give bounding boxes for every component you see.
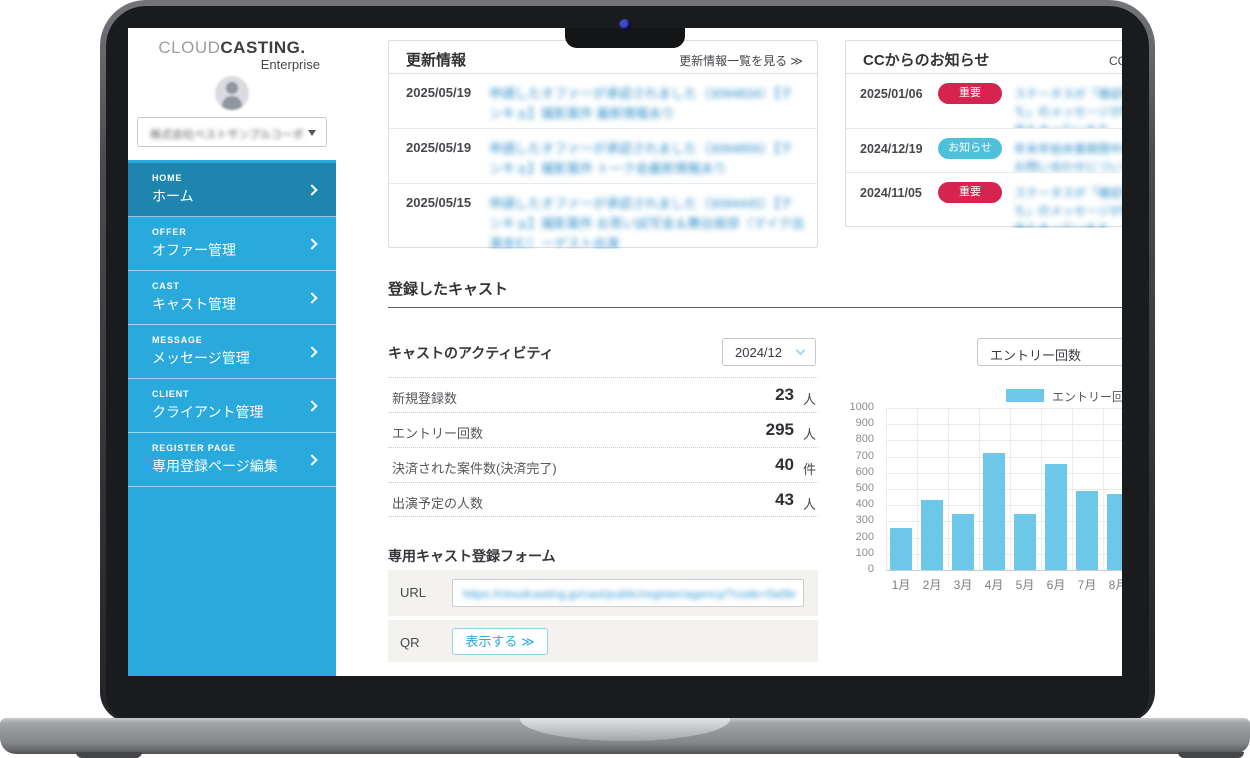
url-row: URL https://cloudcasting.jp/cast/public/… (388, 570, 818, 616)
sidebar-header: CLOUDCASTING. Enterprise 株式会社ベストサンプルコーポレ… (128, 28, 336, 160)
bar-chart-plot (886, 408, 1122, 570)
webcam-icon (619, 19, 631, 31)
registered-cast-title: 登録したキャスト (388, 278, 508, 299)
notice-row[interactable]: 2024/12/19 お知らせ 年末年始休業期間中のお問い合わせについて (846, 129, 1122, 173)
cast-activity-title: キャストのアクティビティ (388, 343, 554, 363)
qr-row: QR 表示する ≫ (388, 620, 818, 662)
redacted-url-text: https://cloudcasting.jp/cast/public/regi… (463, 587, 795, 601)
notice-row[interactable]: 2025/01/06 重要 ステータスが「確認待ち」のメッセージが数件たまってい… (846, 74, 1122, 129)
notices-panel: CCからのお知らせ CCからのお知らせ一覧を見る ≫ 2025/01/06 重要… (845, 40, 1122, 227)
laptop-foot (76, 752, 142, 758)
sidebar: CLOUDCASTING. Enterprise 株式会社ベストサンプルコーポレ… (128, 28, 336, 676)
updates-panel: 更新情報 更新情報一覧を見る ≫ 2025/05/19 申請したオファーが承認さ… (388, 40, 818, 248)
important-badge: 重要 (938, 182, 1002, 203)
edition-label: Enterprise (261, 57, 320, 72)
show-qr-button[interactable]: 表示する ≫ (452, 628, 548, 655)
updates-panel-title: 更新情報 (406, 49, 466, 70)
x-axis-tick: 6月 (1041, 576, 1071, 593)
x-axis-tick: 1月 (886, 576, 916, 593)
y-axis-tick: 400 (856, 498, 874, 510)
sidebar-item-register-page[interactable]: REGISTER PAGE 専用登録ページ編集 (128, 433, 336, 487)
company-select-value: 株式会社ベストサンプルコーポレーション (150, 126, 305, 142)
chart-metric-select-value: エントリー回数 (990, 345, 1081, 364)
url-label: URL (400, 585, 426, 600)
redacted-link-text: 申請したオファーが承認されました（3094834）【テンキョ】撮影案件 最新情報… (489, 84, 805, 124)
bar-8月 (1107, 494, 1122, 570)
caret-down-icon (308, 130, 316, 136)
x-axis-tick: 7月 (1072, 576, 1102, 593)
bar-chart-xaxis: 1月2月3月4月5月6月7月8月 (886, 576, 1122, 592)
stat-row-entry-count: エントリー回数 295 人 (388, 412, 818, 447)
update-row[interactable]: 2025/05/19 申請したオファーが承認されました（3094834）【テンキ… (389, 74, 817, 129)
x-axis-tick: 4月 (979, 576, 1009, 593)
sidebar-item-cast[interactable]: CAST キャスト管理 (128, 271, 336, 325)
update-row[interactable]: 2025/05/15 申請したオファーが承認されました（3094445）【テンキ… (389, 184, 817, 249)
y-axis-tick: 800 (856, 433, 874, 445)
sidebar-menu: HOME ホーム OFFER オファー管理 CAST キャスト管理 MESSAG… (128, 163, 336, 487)
cloudcasting-logo: CLOUDCASTING. (128, 38, 336, 58)
bar-3月 (952, 514, 974, 570)
stat-row-settled-projects: 決済された案件数(決済完了) 40 件 (388, 447, 818, 482)
bar-7月 (1076, 491, 1098, 570)
important-badge: 重要 (938, 83, 1002, 104)
y-axis-tick: 500 (856, 482, 874, 494)
bar-chart-yaxis: 01002003004005006007008009001000 (828, 408, 880, 578)
person-icon (226, 82, 238, 94)
register-url-input[interactable]: https://cloudcasting.jp/cast/public/regi… (452, 579, 804, 607)
app-screen: CLOUDCASTING. Enterprise 株式会社ベストサンプルコーポレ… (128, 28, 1122, 676)
y-axis-tick: 0 (868, 563, 874, 575)
y-axis-tick: 900 (856, 417, 874, 429)
bar-5月 (1014, 514, 1036, 570)
avatar (215, 76, 249, 110)
sidebar-item-client[interactable]: CLIENT クライアント管理 (128, 379, 336, 433)
sidebar-item-message[interactable]: MESSAGE メッセージ管理 (128, 325, 336, 379)
sidebar-item-offer[interactable]: OFFER オファー管理 (128, 217, 336, 271)
laptop-notch (565, 28, 685, 48)
redacted-link-text: ステータスが「確認待ち」のメッセージが数件たまっています (1014, 85, 1122, 129)
month-select-value: 2024/12 (735, 345, 782, 360)
logo-light-part: CLOUD (158, 38, 220, 57)
sidebar-item-home[interactable]: HOME ホーム (128, 163, 336, 217)
bar-2月 (921, 500, 943, 570)
cast-register-form-title: 専用キャスト登録フォーム (388, 546, 556, 566)
notices-panel-header: CCからのお知らせ CCからのお知らせ一覧を見る ≫ (846, 41, 1122, 74)
bar-4月 (983, 453, 1005, 570)
redacted-link-text: 年末年始休業期間中のお問い合わせについて (1014, 140, 1122, 173)
legend-swatch (1006, 389, 1044, 402)
section-divider (388, 307, 1122, 308)
legend-label: エントリー回数 (1052, 388, 1122, 405)
stat-row-scheduled-performers: 出演予定の人数 43 人 (388, 482, 818, 517)
redacted-link-text: ステータスが「確認待ち」のメッセージが数件たまっています (1014, 184, 1122, 228)
y-axis-tick: 600 (856, 466, 874, 478)
notices-panel-title: CCからのお知らせ (863, 49, 989, 70)
notice-row[interactable]: 2024/11/05 重要 ステータスが「確認待ち」のメッセージが数件たまってい… (846, 173, 1122, 228)
y-axis-tick: 200 (856, 531, 874, 543)
stat-row-new-registrations: 新規登録数 23 人 (388, 377, 818, 412)
activity-stats-table: 新規登録数 23 人 エントリー回数 295 人 決済された案件数(決済完了) … (388, 377, 818, 517)
chart-metric-select[interactable]: エントリー回数 (977, 338, 1122, 366)
logo-bold-part: CASTING. (220, 38, 305, 57)
bar-1月 (890, 528, 912, 570)
redacted-link-text: 申請したオファーが承認されました（3094856）【テンキョ】撮影案件 トーク会… (489, 139, 805, 179)
laptop-foot (1178, 752, 1244, 758)
updates-view-all-link[interactable]: 更新情報一覧を見る ≫ (679, 52, 803, 69)
redacted-link-text: 申請したオファーが承認されました（3094445）【テンキョ】撮影案件 お笑い試… (489, 194, 805, 249)
notice-badge: お知らせ (938, 138, 1002, 159)
y-axis-tick: 1000 (850, 401, 874, 413)
bar-6月 (1045, 464, 1067, 570)
y-axis-tick: 700 (856, 450, 874, 462)
x-axis-tick: 5月 (1010, 576, 1040, 593)
y-axis-tick: 100 (856, 547, 874, 559)
y-axis-tick: 300 (856, 514, 874, 526)
x-axis-tick: 8月 (1103, 576, 1122, 593)
month-select[interactable]: 2024/12 (722, 338, 816, 366)
company-select[interactable]: 株式会社ベストサンプルコーポレーション (137, 117, 327, 147)
qr-label: QR (400, 635, 420, 650)
update-row[interactable]: 2025/05/19 申請したオファーが承認されました（3094856）【テンキ… (389, 129, 817, 184)
notices-view-all-link[interactable]: CCからのお知らせ一覧を見る ≫ (1109, 52, 1122, 69)
x-axis-tick: 2月 (917, 576, 947, 593)
x-axis-tick: 3月 (948, 576, 978, 593)
laptop-mockup: CLOUDCASTING. Enterprise 株式会社ベストサンプルコーポレ… (0, 0, 1250, 758)
chevron-down-icon (796, 346, 806, 356)
